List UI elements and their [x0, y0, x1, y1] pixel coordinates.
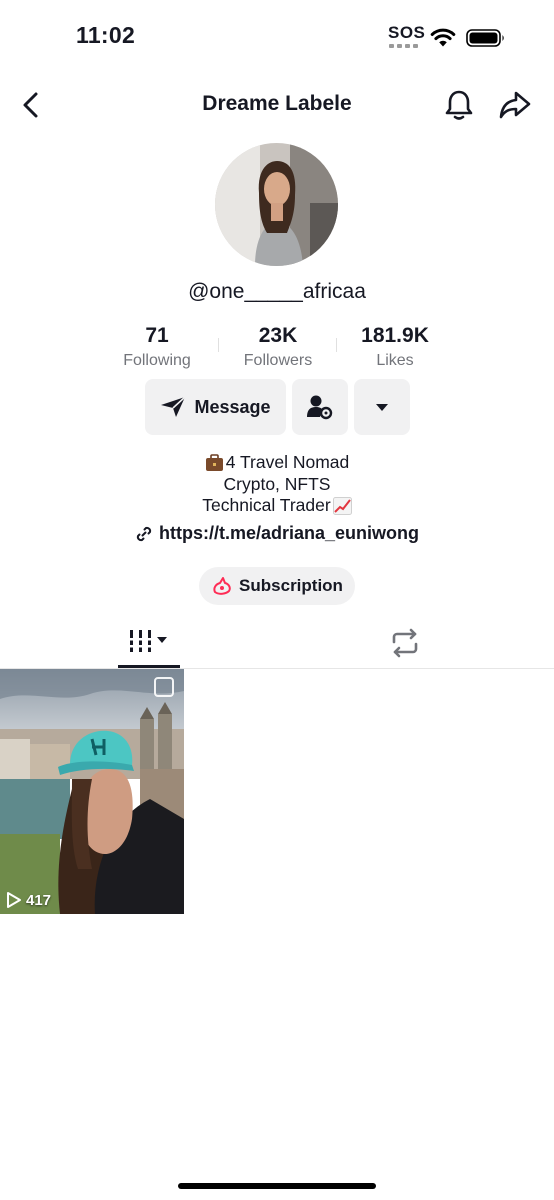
wifi-icon [430, 28, 456, 47]
following-count: 71 [145, 324, 169, 347]
bio-line: Crypto, NFTS [0, 474, 554, 496]
video-thumbnail[interactable]: 417 [0, 669, 184, 914]
sos-label: SOS [388, 23, 426, 42]
view-count: 417 [6, 891, 51, 909]
stat-followers[interactable]: 23K Followers [226, 323, 330, 372]
bell-icon[interactable] [443, 88, 475, 122]
follow-settings-button[interactable] [292, 379, 348, 435]
user-settings-icon [307, 395, 333, 420]
username: @one_____africaa [188, 280, 366, 303]
subscription-button[interactable]: Subscription [199, 567, 355, 605]
avatar[interactable] [215, 143, 338, 266]
battery-icon [466, 29, 504, 47]
chart-increasing-icon [332, 496, 352, 515]
caret-down-icon [376, 404, 388, 411]
likes-count: 181.9K [361, 324, 429, 347]
bio-link-text: https://t.me/adriana_euniwong [158, 523, 420, 543]
subscription-icon [213, 577, 231, 595]
stat-likes[interactable]: 181.9K Likes [345, 323, 445, 372]
following-label: Following [123, 352, 191, 369]
tab-videos[interactable] [118, 628, 180, 668]
stat-divider [218, 338, 219, 352]
bio-line-text: Crypto, NFTS [223, 473, 331, 494]
play-icon [7, 892, 21, 908]
view-count-text: 417 [26, 891, 52, 909]
bio-line: Technical Trader [0, 495, 554, 517]
bio-link[interactable]: https://t.me/adriana_euniwong [0, 523, 554, 544]
video-thumbnail-image [0, 669, 184, 914]
bio: 4 Travel Nomad Crypto, NFTS Technical Tr… [0, 452, 554, 517]
more-options-button[interactable] [354, 379, 410, 435]
stat-divider [336, 338, 337, 352]
message-label: Message [194, 396, 271, 417]
sos-indicator: SOS [388, 23, 426, 52]
link-icon [136, 526, 152, 541]
avatar-photo [215, 143, 338, 266]
profile-screen: 11:02 SOS Dreame Labele @one_____africaa… [0, 0, 554, 1200]
bio-line-text: 4 Travel Nomad [225, 452, 350, 472]
stat-following[interactable]: 71 Following [112, 323, 202, 372]
bio-line: 4 Travel Nomad [0, 452, 554, 474]
share-icon[interactable] [498, 88, 532, 122]
followers-count: 23K [258, 324, 298, 347]
status-time: 11:02 [76, 22, 136, 48]
select-checkbox[interactable] [154, 677, 174, 697]
briefcase-icon [205, 453, 223, 471]
videos-grid-icon [129, 630, 167, 652]
signal-bars-icon [389, 44, 418, 48]
followers-label: Followers [243, 352, 313, 369]
message-button[interactable]: Message [145, 379, 286, 435]
subscription-label: Subscription [239, 576, 343, 595]
repost-icon[interactable] [389, 628, 421, 658]
bio-line-text: Technical Trader [202, 495, 331, 515]
status-icons: SOS [388, 24, 506, 52]
likes-label: Likes [376, 352, 414, 369]
home-indicator[interactable] [178, 1183, 376, 1189]
send-icon [161, 396, 187, 417]
